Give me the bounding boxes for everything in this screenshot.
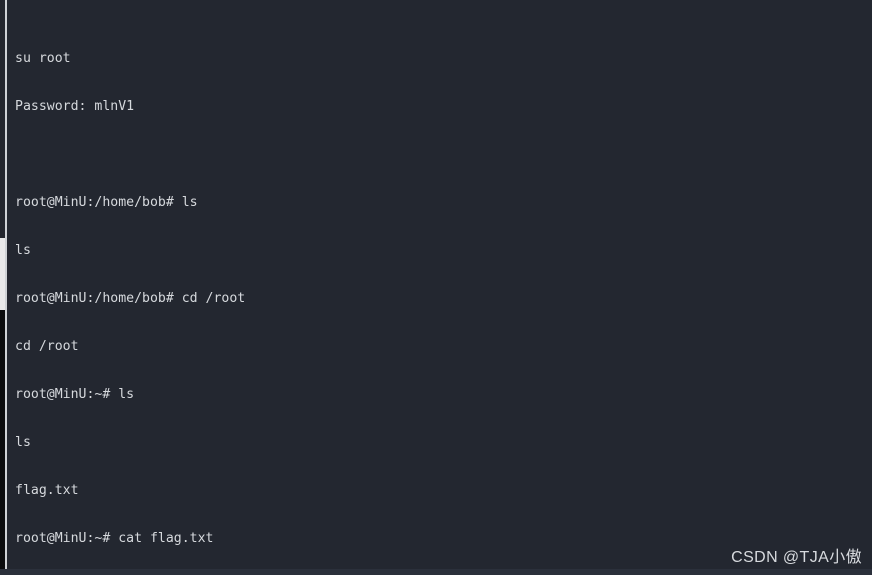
terminal-line: ls <box>15 435 31 450</box>
watermark: CSDN @TJA小傲 <box>731 549 862 566</box>
terminal-line: cd /root <box>15 339 79 354</box>
screen: root c-jwt-cracker-master 警告: 您正在使用超级账户，… <box>0 0 872 575</box>
terminal-line: root@MinU:/home/bob# ls <box>15 195 198 210</box>
terminal-line: root@MinU:~# ls <box>15 387 135 402</box>
window-bottom-edge <box>0 569 872 575</box>
terminal-output: su root Password: mlnV1 root@MinU:/home/… <box>15 3 872 569</box>
terminal-line: Password: mlnV1 <box>15 99 135 114</box>
terminal-window[interactable]: su root Password: mlnV1 root@MinU:/home/… <box>5 0 872 569</box>
terminal-line: ls <box>15 243 31 258</box>
terminal-line: flag.txt <box>15 483 79 498</box>
terminal-line: root@MinU:/home/bob# cd /root <box>15 291 246 306</box>
terminal-line: su root <box>15 51 71 66</box>
